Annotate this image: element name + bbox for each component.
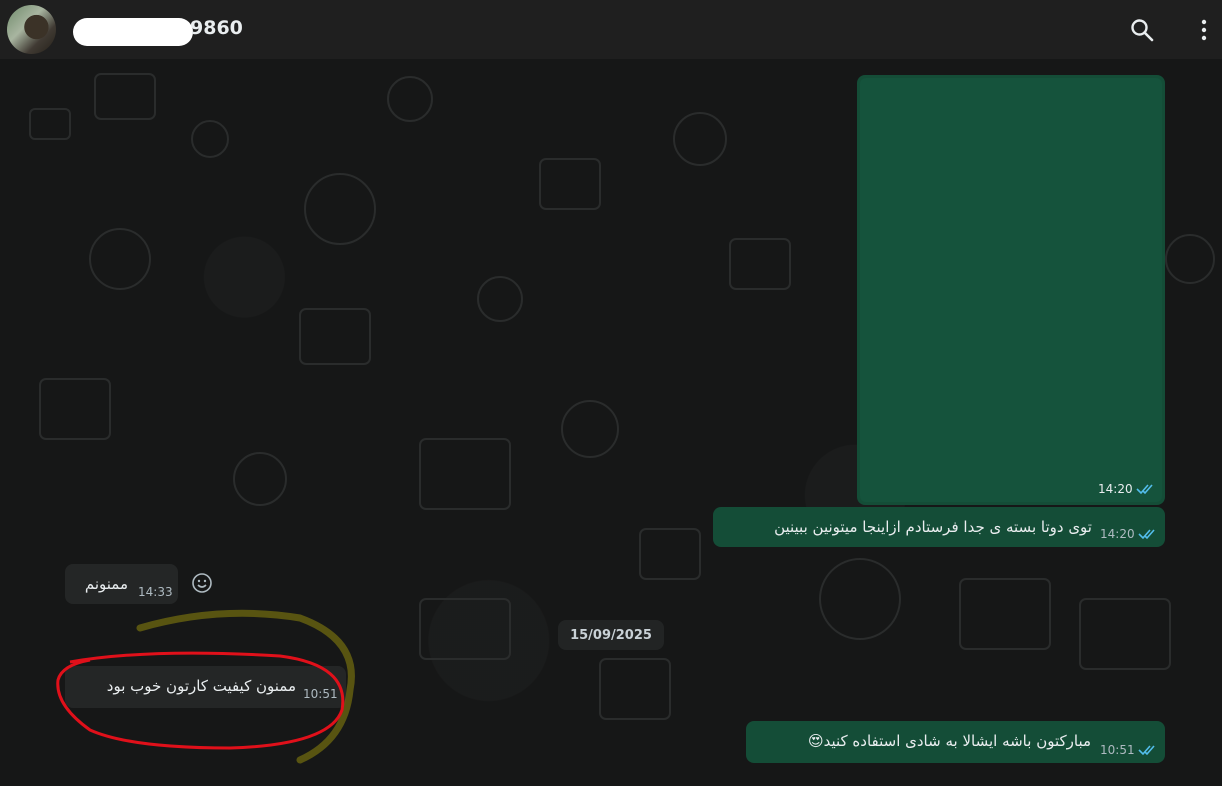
- incoming-message[interactable]: ممنونم 14:33: [65, 564, 178, 604]
- incoming-message[interactable]: ممنون کیفیت کارتون خوب بود 10:51: [65, 666, 346, 708]
- message-text: توی دوتا بسته ی جدا فرستادم ازاینجا میتو…: [774, 518, 1092, 536]
- message-meta: 14:20: [1098, 482, 1156, 496]
- double-tick-icon: [1138, 745, 1155, 756]
- outgoing-message[interactable]: 😍مبارکتون باشه ایشالا به شادی استفاده کن…: [746, 721, 1165, 763]
- double-tick-icon: [1138, 529, 1155, 540]
- chat-header: 9860: [0, 0, 1222, 59]
- message-time: 10:51: [1100, 743, 1135, 757]
- message-time: 10:51: [303, 687, 338, 701]
- redacted-name-block: [73, 18, 193, 46]
- message-time: 14:20: [1100, 527, 1135, 541]
- message-meta: 14:33: [138, 585, 173, 599]
- contact-avatar[interactable]: [7, 5, 56, 54]
- message-text: مبارکتون باشه ایشالا به شادی استفاده کنی…: [823, 732, 1091, 750]
- more-vert-icon[interactable]: [1190, 16, 1218, 44]
- message-meta: 10:51: [1100, 743, 1158, 757]
- outgoing-image-message[interactable]: 14:20: [857, 75, 1165, 505]
- date-divider: 15/09/2025: [558, 620, 664, 650]
- emoji: 😍: [807, 732, 824, 750]
- contact-name[interactable]: 9860: [190, 17, 243, 39]
- image-thumbnail[interactable]: [860, 78, 1162, 502]
- message-time: 14:20: [1098, 482, 1133, 496]
- message-text-wrap: 😍مبارکتون باشه ایشالا به شادی استفاده کن…: [808, 732, 1091, 750]
- message-text: ممنون کیفیت کارتون خوب بود: [106, 677, 296, 695]
- message-meta: 14:20: [1100, 527, 1158, 541]
- message-text: ممنونم: [84, 575, 128, 593]
- message-time: 14:33: [138, 585, 173, 599]
- double-tick-icon: [1136, 484, 1153, 495]
- outgoing-message[interactable]: توی دوتا بسته ی جدا فرستادم ازاینجا میتو…: [713, 507, 1165, 547]
- emoji-reaction-icon[interactable]: [191, 572, 213, 594]
- search-icon[interactable]: [1128, 16, 1156, 44]
- message-meta: 10:51: [303, 687, 338, 701]
